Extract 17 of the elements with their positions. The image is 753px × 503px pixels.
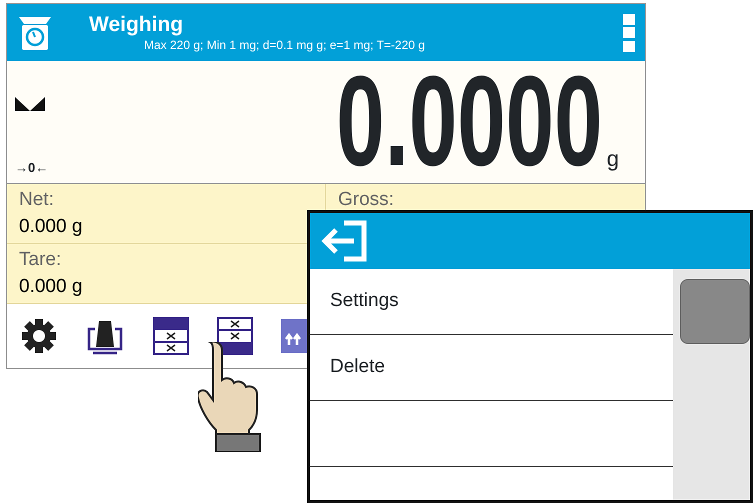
table-header-icon[interactable]: [153, 317, 189, 355]
weight-unit: g: [606, 145, 619, 173]
menu-icon[interactable]: [623, 14, 635, 52]
field-value: 0.000 g: [19, 215, 84, 239]
weight-reading: 0.0000: [336, 67, 603, 177]
screen-title: Weighing: [89, 12, 184, 36]
stability-icon: [15, 97, 45, 111]
field-label: Net:: [19, 188, 55, 212]
scale-specs: Max 220 g; Min 1 mg; d=0.1 mg g; e=1 mg; T=-220 g: [144, 36, 426, 52]
scrollbar-thumb[interactable]: [680, 279, 750, 344]
field-label: Gross:: [338, 188, 395, 212]
settings-icon[interactable]: [21, 318, 57, 354]
field-label: Tare:: [19, 248, 62, 272]
scale-logo-icon: [19, 14, 51, 50]
table-footer-icon[interactable]: [217, 317, 253, 355]
zero-indicator: →0←: [15, 158, 48, 176]
field-value: 0.000 g: [19, 275, 84, 299]
